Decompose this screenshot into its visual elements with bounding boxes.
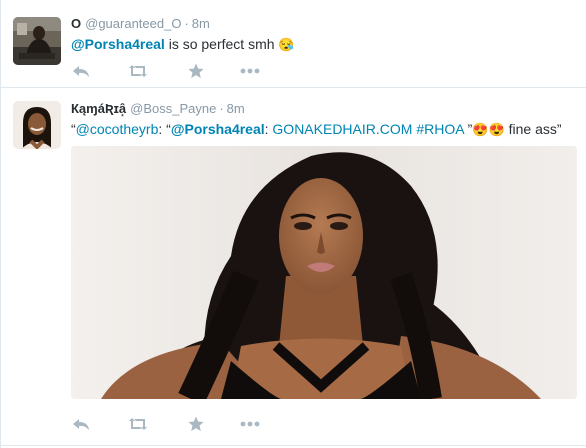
avatar[interactable] <box>13 101 61 149</box>
reply-button[interactable] <box>71 62 93 80</box>
username[interactable]: @Boss_Payne <box>130 101 216 116</box>
favorite-button[interactable] <box>187 62 209 80</box>
timestamp[interactable]: 8m <box>192 16 210 31</box>
star-icon <box>188 63 204 78</box>
tweet-text: @Porsha4real is so perfect smh 😪 <box>71 35 295 54</box>
tweet-text: “@cocotheyrb: “@Porsha4real: GONAKEDHAIR… <box>71 120 562 139</box>
url-link[interactable]: GONAKEDHAIR.COM <box>272 121 412 137</box>
retweet-button[interactable] <box>127 62 149 80</box>
reply-icon <box>73 419 89 430</box>
mention-text: @Porsha4real <box>170 121 265 137</box>
star-icon <box>188 416 204 431</box>
quote-mid: : “ <box>158 121 171 137</box>
more-button[interactable] <box>239 415 261 433</box>
reply-button[interactable] <box>71 415 93 433</box>
mention-link[interactable]: @Porsha4real <box>171 121 265 137</box>
retweet-button[interactable] <box>127 415 149 433</box>
mention-text: @Porsha4real <box>71 36 165 52</box>
tweet[interactable]: КąɱáƦɪâ͙ @Boss_Payne · 8m “@cocotheyrb: “@P… <box>1 88 586 446</box>
more-button[interactable] <box>239 62 261 80</box>
emoji: 😍😍 <box>472 122 505 137</box>
emoji: 😪 <box>278 37 295 52</box>
retweet-icon <box>129 418 147 430</box>
separator: · <box>184 16 189 31</box>
tweet-text-body: is so perfect smh <box>164 36 279 52</box>
tweet-text-end: fine ass” <box>504 121 562 137</box>
mention-link[interactable]: @cocotheyrb <box>76 121 159 137</box>
retweet-icon <box>129 65 147 77</box>
reply-icon <box>73 66 89 77</box>
mention-link[interactable]: @Porsha4real <box>71 36 165 52</box>
favorite-button[interactable] <box>187 415 209 433</box>
more-icon <box>240 421 260 427</box>
timestamp[interactable]: 8m <box>227 101 245 116</box>
fullname[interactable]: O <box>71 16 81 31</box>
fullname[interactable]: КąɱáƦɪâ͙ <box>71 101 126 116</box>
timeline: O @guaranteed_O · 8m @Porsha4real is so per… <box>0 0 586 448</box>
more-icon <box>240 68 260 74</box>
tweet-header: КąɱáƦɪâ͙ @Boss_Payne · 8m <box>71 101 245 117</box>
avatar[interactable] <box>13 17 61 65</box>
tweet-header: O @guaranteed_O · 8m <box>71 16 210 32</box>
tweet[interactable]: O @guaranteed_O · 8m @Porsha4real is so per… <box>1 0 586 88</box>
username[interactable]: @guaranteed_O <box>85 16 181 31</box>
tweet-photo[interactable] <box>71 146 577 399</box>
separator: · <box>219 101 224 116</box>
hashtag-link[interactable]: #RHOA <box>416 121 463 137</box>
